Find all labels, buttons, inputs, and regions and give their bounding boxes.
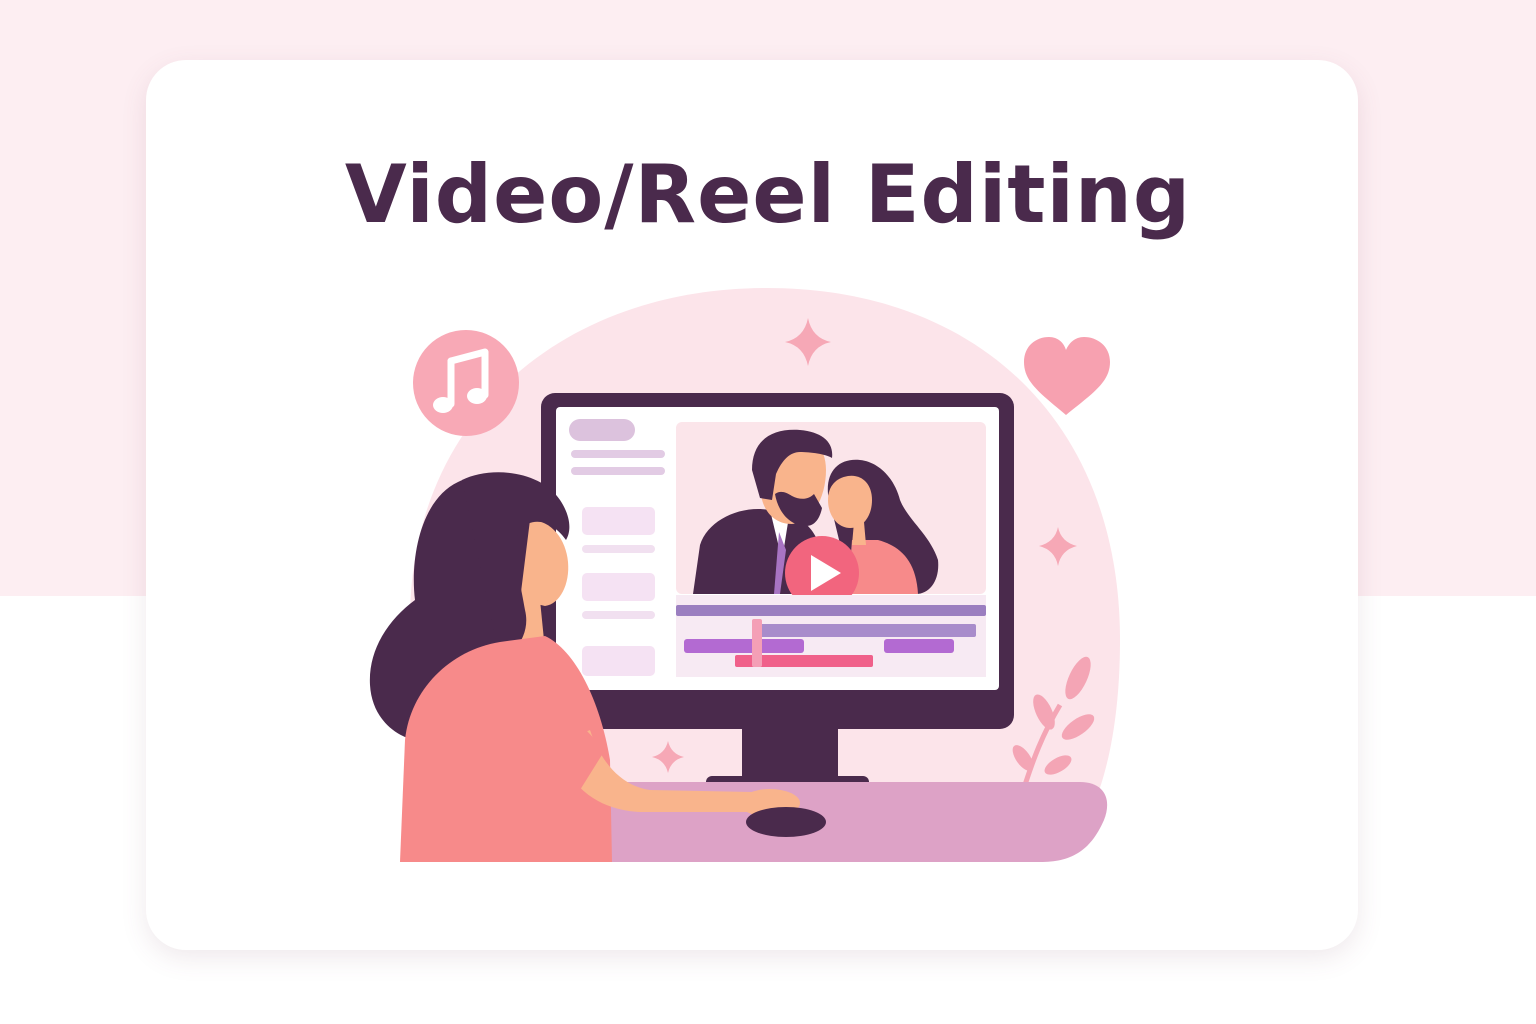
mouse (746, 807, 826, 837)
video-preview (676, 422, 986, 610)
timeline (676, 595, 986, 677)
music-note-icon (413, 330, 519, 436)
monitor-stand (742, 726, 838, 780)
editing-illustration (369, 288, 1120, 862)
